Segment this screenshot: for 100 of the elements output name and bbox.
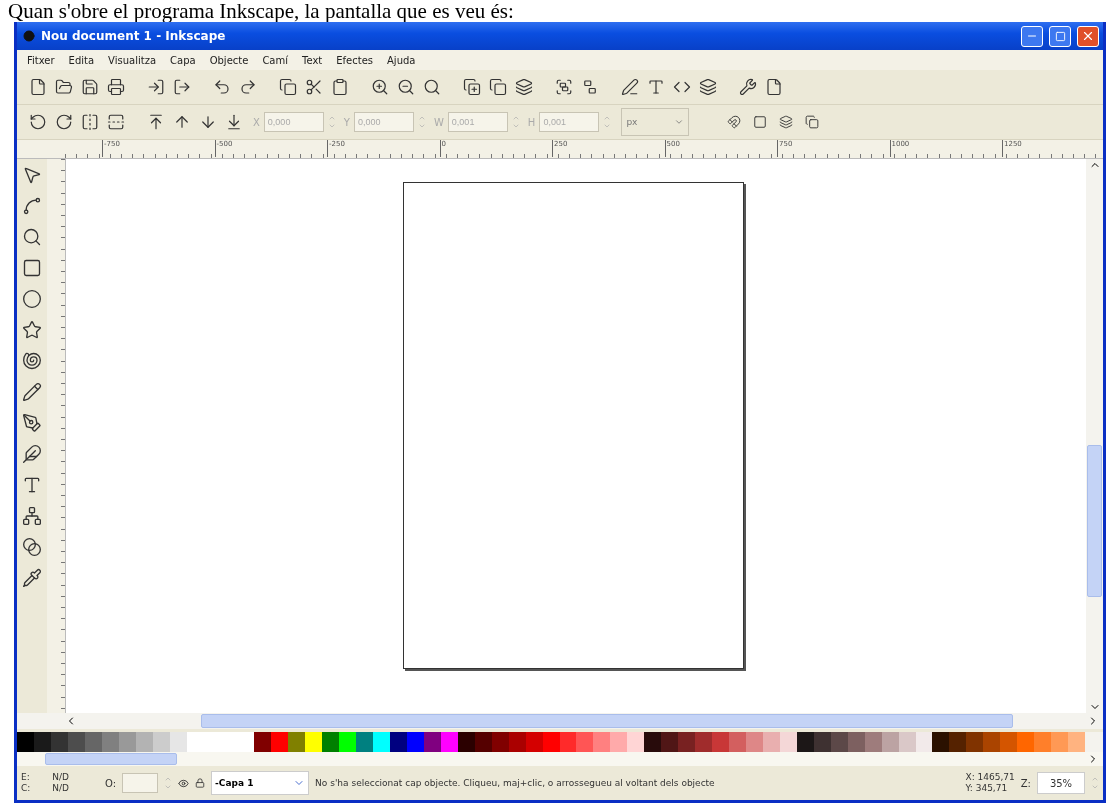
save-icon: [81, 78, 99, 96]
spiral-icon: [22, 351, 42, 371]
undo-icon: [213, 78, 231, 96]
copy-icon: [279, 78, 297, 96]
color-palette[interactable]: [17, 732, 1103, 752]
scroll-thumb[interactable]: [1087, 445, 1102, 597]
text-icon: [22, 475, 42, 495]
maximize-button[interactable]: [1049, 25, 1071, 47]
cut-icon: [305, 78, 323, 96]
menu-item[interactable]: Camí: [262, 54, 288, 66]
fill-value: N/D: [52, 772, 70, 783]
zoom-label: Z:: [1020, 777, 1031, 789]
lower-icon: [199, 113, 217, 131]
new-document-icon: [29, 78, 47, 96]
cursor-y: Y: 345,71: [965, 783, 1009, 794]
duplicate-icon: [463, 78, 481, 96]
star-icon: [22, 320, 42, 340]
text-icon: [647, 78, 665, 96]
stroke-label: C:: [21, 783, 31, 794]
rotate-right-icon: [55, 113, 73, 131]
horizontal-scrollbar[interactable]: [17, 713, 1103, 729]
field-label: Y: [343, 116, 350, 128]
eye-icon: [178, 777, 190, 789]
inkscape-icon: [23, 30, 35, 42]
menu-item[interactable]: Efectes: [336, 54, 374, 66]
lower-to-bottom-icon: [225, 113, 243, 131]
menu-item[interactable]: Objecte: [209, 54, 249, 66]
field-label: X: [253, 116, 260, 128]
ungroup-icon: [581, 78, 599, 96]
zoom-in-icon: [371, 78, 389, 96]
group-icon: [555, 78, 573, 96]
document-properties-icon: [765, 78, 783, 96]
zoom-out-icon: [397, 78, 415, 96]
raise-icon: [173, 113, 191, 131]
minimize-button[interactable]: [1021, 25, 1043, 47]
spin-icon: [327, 114, 336, 130]
layer-dropdown[interactable]: -Capa 1: [211, 771, 310, 795]
layers-icon: [515, 78, 533, 96]
scroll-thumb[interactable]: [201, 714, 1013, 728]
field-label: H: [527, 116, 536, 128]
pen-tool[interactable]: [21, 411, 43, 435]
gradient-icon: [22, 537, 42, 557]
zoom-field[interactable]: 35%: [1037, 772, 1085, 794]
rotate-left-icon: [29, 113, 47, 131]
stroke-value: N/D: [52, 783, 70, 794]
zoom-icon: [423, 78, 441, 96]
spin-icon: [1091, 775, 1099, 791]
zoom-icon: [22, 227, 42, 247]
status-message: No s'ha seleccionat cap objecte. Cliqueu, maj+clic, o arrossegueu al voltant dels objecte: [315, 778, 716, 788]
field-label: W: [433, 116, 444, 128]
close-icon: [1081, 29, 1095, 43]
export-icon: [173, 78, 191, 96]
ellipse-icon: [22, 289, 42, 309]
menu-item[interactable]: Visualitza: [108, 54, 157, 66]
connector-icon: [22, 506, 42, 526]
opacity-label: O:: [105, 777, 117, 789]
paste-icon: [331, 78, 349, 96]
menu-item[interactable]: Text: [302, 54, 323, 66]
cursor-x: X: 1465,71: [965, 772, 1015, 783]
calligraphy-tool[interactable]: [21, 442, 43, 466]
pen-icon: [22, 413, 42, 433]
raise-to-top-icon: [147, 113, 165, 131]
menu-item[interactable]: Edita: [68, 54, 95, 66]
scroll-thumb[interactable]: [45, 753, 177, 765]
selector-icon: [22, 165, 42, 185]
lock-icon: [195, 778, 206, 788]
printer-icon: [107, 78, 125, 96]
rectangle-icon: [22, 258, 42, 278]
folder-icon: [55, 78, 73, 96]
spin-icon: [417, 114, 426, 130]
menu-item[interactable]: Fitxer: [27, 54, 55, 66]
vertical-scrollbar[interactable]: [1086, 159, 1103, 713]
maximize-icon: [1054, 30, 1066, 42]
window-title: Nou document 1 - Inkscape: [41, 29, 227, 43]
spin-icon: [164, 775, 173, 791]
dropdown-icon: [674, 117, 685, 127]
clone-icon: [489, 78, 507, 96]
calligraphy-icon: [22, 444, 42, 464]
spin-icon: [603, 114, 612, 130]
scale-corners-icon: [753, 115, 768, 129]
palette-scrollbar[interactable]: [17, 752, 1103, 766]
node-icon: [22, 196, 42, 216]
gradient-tool[interactable]: [21, 535, 43, 559]
close-button[interactable]: [1077, 25, 1099, 47]
fill-stroke-icon: [621, 78, 639, 96]
pencil-icon: [22, 382, 42, 402]
import-icon: [147, 78, 165, 96]
dropper-tool[interactable]: [21, 566, 43, 590]
connector-tool[interactable]: [21, 504, 43, 528]
spin-icon: [511, 114, 520, 130]
menu-item[interactable]: Ajuda: [387, 54, 416, 66]
flip-horizontal-icon: [81, 113, 99, 131]
fill-label: E:: [21, 772, 31, 783]
dropper-icon: [22, 568, 42, 588]
pencil-tool[interactable]: [21, 380, 43, 404]
menu-item[interactable]: Capa: [170, 54, 196, 66]
caption: Quan s'obre el programa Inkscape, la pantalla que es veu és:: [7, 0, 515, 22]
redo-icon: [239, 78, 257, 96]
ellipse-tool[interactable]: [21, 287, 43, 311]
flip-vertical-icon: [107, 113, 125, 131]
